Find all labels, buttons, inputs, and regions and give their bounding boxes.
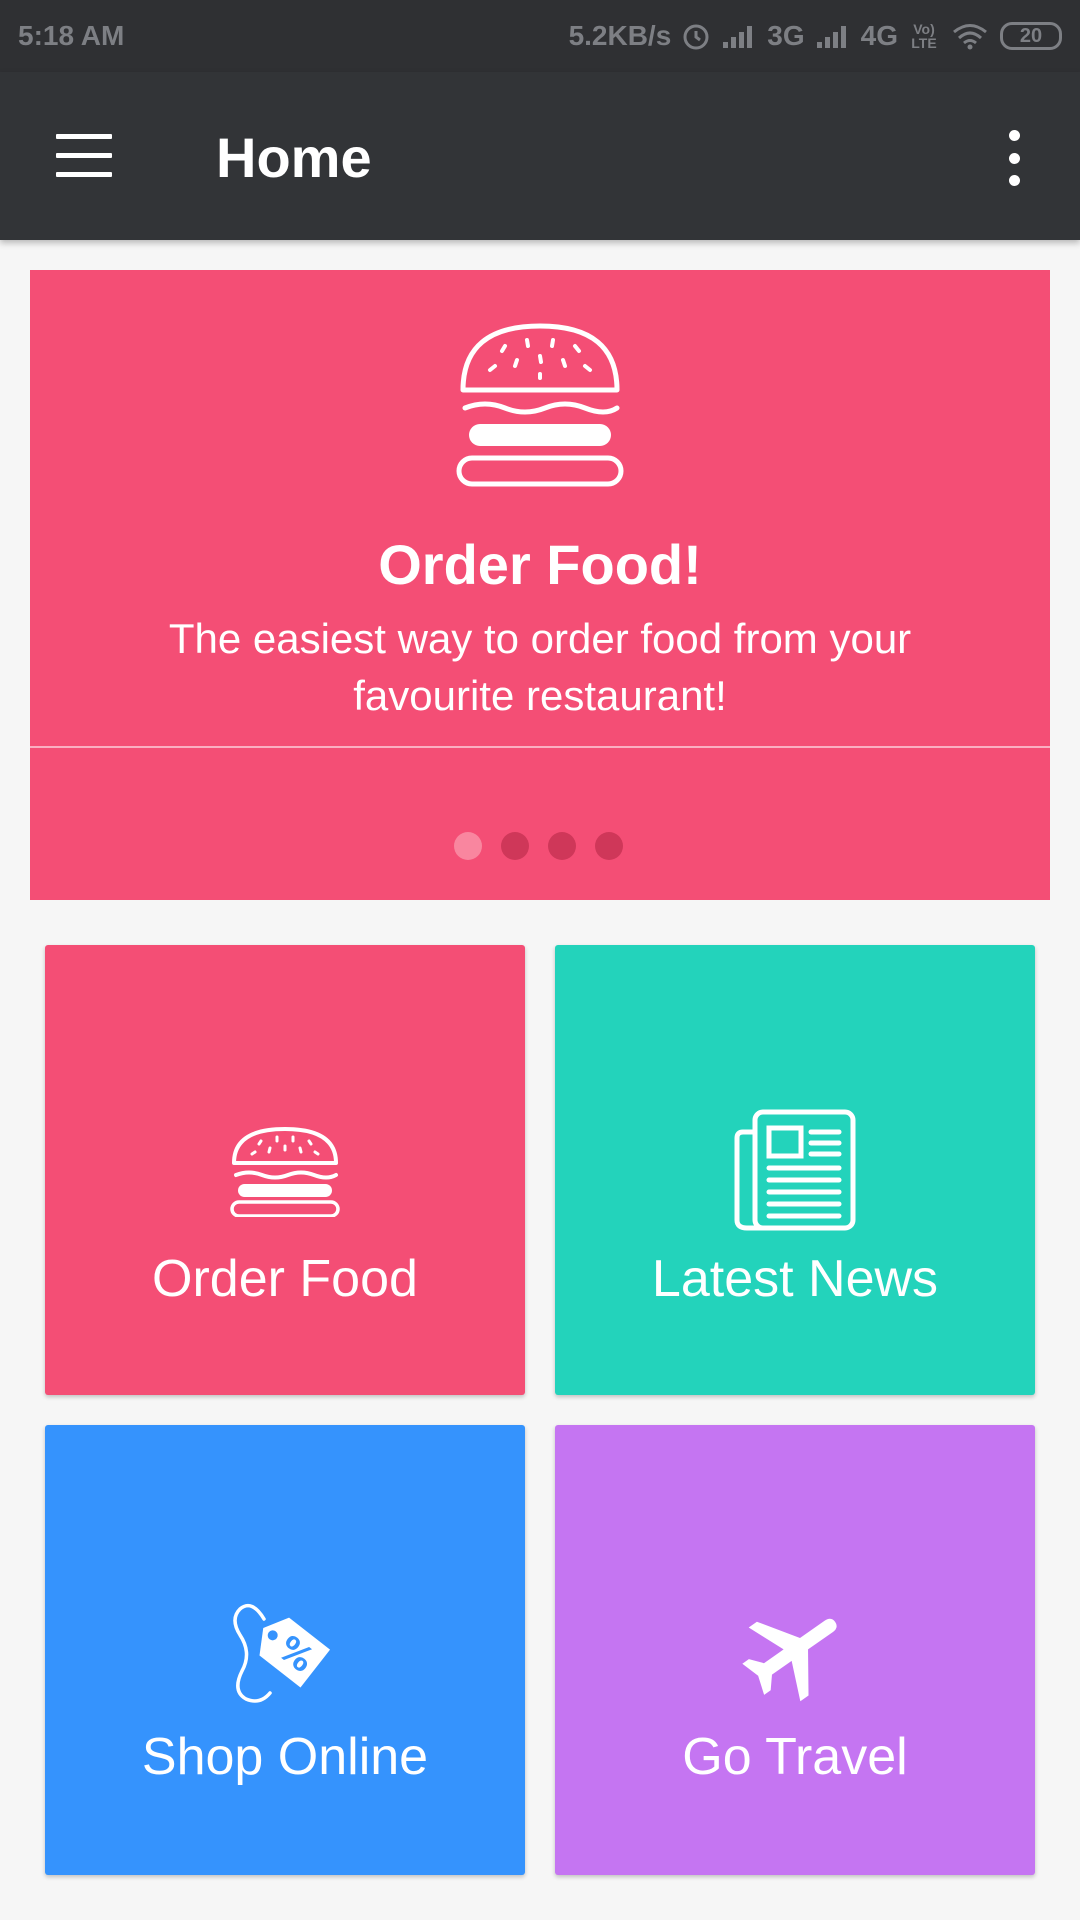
wifi-icon	[950, 21, 990, 51]
order-food-tile[interactable]: Order Food	[45, 945, 525, 1395]
status-indicators: 5.2KB/s 3G 4G Vo) LTE 20	[569, 20, 1062, 52]
carousel-dot[interactable]	[501, 832, 529, 860]
status-time: 5:18 AM	[18, 20, 125, 51]
signal-icon	[815, 22, 851, 50]
network-speed: 5.2KB/s	[568, 20, 672, 51]
page-title: Home	[216, 126, 372, 189]
latest-news-tile[interactable]: Latest News	[555, 945, 1035, 1395]
banner-description: The easiest way to order food from your …	[168, 615, 912, 719]
volte-icon: Vo) LTE	[911, 21, 937, 51]
network-type-4g: 4G	[860, 20, 898, 51]
price-tag-icon: %	[45, 1595, 525, 1705]
signal-icon	[721, 22, 757, 50]
burger-icon	[455, 318, 625, 493]
tile-label: Go Travel	[682, 1728, 908, 1786]
banner-title: Order Food!	[378, 533, 702, 596]
app-toolbar: Home	[0, 72, 1080, 240]
battery-icon: 20	[1000, 22, 1062, 50]
airplane-icon	[555, 1597, 1035, 1703]
hamburger-menu-icon[interactable]	[56, 134, 112, 178]
go-travel-tile[interactable]: Go Travel	[555, 1425, 1035, 1875]
tile-label: Latest News	[651, 1250, 939, 1308]
status-bar: 5:18 AM 5.2KB/s 3G 4G Vo) LTE 20	[0, 0, 1080, 72]
newspaper-icon	[555, 1108, 1035, 1232]
promo-carousel[interactable]: Order Food! The easiest way to order foo…	[30, 270, 1050, 900]
burger-icon	[45, 1125, 525, 1217]
carousel-dot[interactable]	[548, 832, 576, 860]
alarm-icon	[681, 21, 711, 51]
carousel-page-indicator	[454, 832, 623, 860]
tile-label: Shop Online	[141, 1728, 429, 1786]
shop-online-tile[interactable]: % Shop Online	[45, 1425, 525, 1875]
banner-divider	[30, 746, 1050, 748]
more-options-icon[interactable]	[1000, 130, 1028, 186]
carousel-dot[interactable]	[454, 832, 482, 860]
network-type-3g: 3G	[767, 20, 805, 51]
carousel-dot[interactable]	[595, 832, 623, 860]
tile-label: Order Food	[152, 1250, 418, 1308]
